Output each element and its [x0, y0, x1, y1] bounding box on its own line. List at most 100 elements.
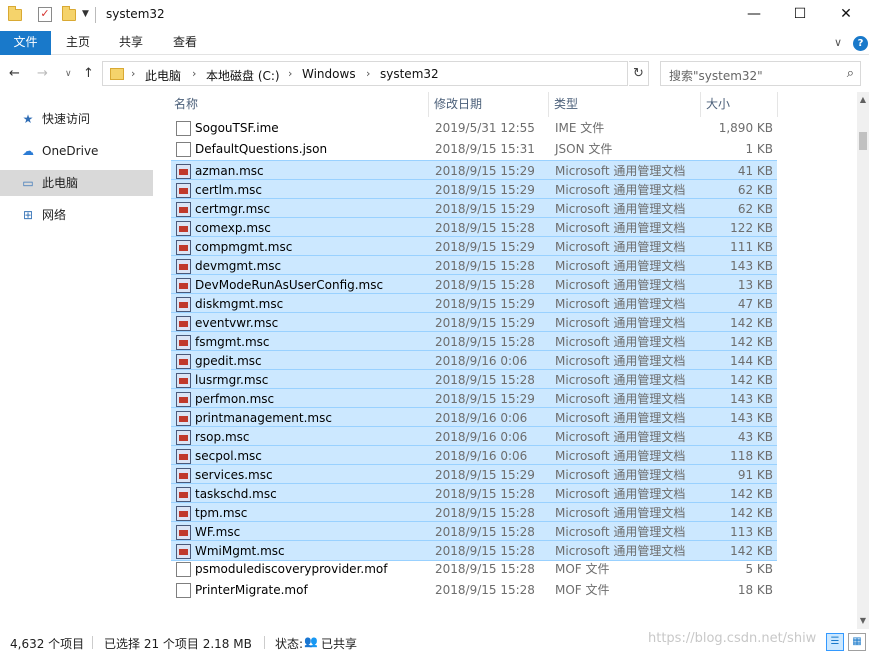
sidebar-item-network[interactable]: ⊞ 网络: [0, 202, 153, 228]
scroll-up-icon[interactable]: ▲: [857, 92, 869, 108]
status-divider: [264, 636, 265, 649]
network-icon: ⊞: [22, 208, 34, 222]
search-input[interactable]: 搜索"system32" ⌕: [660, 61, 861, 86]
column-divider[interactable]: [428, 92, 429, 117]
column-divider[interactable]: [548, 92, 549, 117]
sort-ascending-icon: ^: [620, 92, 629, 98]
column-header-type[interactable]: 类型: [554, 92, 578, 117]
table-row[interactable]: lusrmgr.msc 2018/9/15 15:28 Microsoft 通用管理…: [171, 369, 777, 390]
file-size: 18 KB: [737, 583, 773, 597]
recent-locations-icon[interactable]: ∨: [65, 69, 72, 79]
msc-file-icon: [176, 259, 191, 274]
sidebar-item-quick-access[interactable]: ★ 快速访问: [0, 106, 153, 132]
refresh-icon[interactable]: ↻: [629, 61, 649, 86]
column-divider[interactable]: [777, 92, 778, 117]
watermark-text: https://blog.csdn.net/shiw: [648, 631, 817, 646]
maximize-button[interactable]: ☐: [777, 0, 823, 31]
back-icon[interactable]: ←: [9, 66, 20, 81]
file-name: SogouTSF.ime: [195, 121, 279, 135]
tab-share[interactable]: 共享: [111, 31, 151, 55]
title-bar: ✓ ▼ system32 — ☐ ✕: [0, 0, 869, 31]
table-row[interactable]: DevModeRunAsUserConfig.msc 2018/9/15 15:2…: [171, 274, 777, 295]
table-row[interactable]: tpm.msc 2018/9/15 15:28 Microsoft 通用管理文档 14…: [171, 502, 777, 523]
sidebar-item-label: 快速访问: [42, 112, 91, 126]
file-icon: [176, 121, 191, 136]
chevron-right-icon[interactable]: ›: [288, 67, 292, 80]
file-size: 5 KB: [745, 562, 773, 576]
chevron-right-icon[interactable]: ›: [366, 67, 370, 80]
forward-icon[interactable]: →: [37, 66, 48, 81]
breadcrumb-local-disk[interactable]: 本地磁盘 (C:): [206, 67, 280, 84]
minimize-button[interactable]: —: [731, 0, 777, 31]
scroll-thumb[interactable]: [859, 132, 867, 150]
table-row[interactable]: gpedit.msc 2018/9/16 0:06 Microsoft 通用管理文档…: [171, 350, 777, 371]
table-row[interactable]: WmiMgmt.msc 2018/9/15 15:28 Microsoft 通用管理…: [171, 540, 777, 561]
help-icon[interactable]: ?: [853, 36, 868, 51]
table-row[interactable]: taskschd.msc 2018/9/15 15:28 Microsoft 通用管…: [171, 483, 777, 504]
chevron-right-icon[interactable]: ›: [192, 67, 196, 80]
column-divider[interactable]: [700, 92, 701, 117]
breadcrumb-system32[interactable]: system32: [380, 67, 439, 81]
breadcrumb-windows[interactable]: Windows: [302, 67, 356, 81]
address-row: ← → ∨ ↑ › 此电脑 › 本地磁盘 (C:) › Windows › sy…: [0, 56, 869, 92]
sidebar-item-onedrive[interactable]: ☁ OneDrive: [0, 138, 153, 164]
table-row[interactable]: printmanagement.msc 2018/9/16 0:06 Microso…: [171, 407, 777, 428]
table-row[interactable]: WF.msc 2018/9/15 15:28 Microsoft 通用管理文档 113…: [171, 521, 777, 542]
file-date: 2018/9/15 15:28: [435, 562, 535, 576]
tab-file[interactable]: 文件: [0, 31, 51, 55]
table-row[interactable]: diskmgmt.msc 2018/9/15 15:29 Microsoft 通用管…: [171, 293, 777, 314]
msc-file-icon: [176, 430, 191, 445]
table-row[interactable]: rsop.msc 2018/9/16 0:06 Microsoft 通用管理文档 43…: [171, 426, 777, 447]
close-button[interactable]: ✕: [823, 0, 869, 31]
scroll-down-icon[interactable]: ▼: [857, 613, 869, 629]
table-row[interactable]: SogouTSF.ime 2019/5/31 12:55 IME 文件 1,890 K…: [171, 118, 777, 139]
search-icon[interactable]: ⌕: [847, 66, 854, 81]
msc-file-icon: [176, 354, 191, 369]
msc-file-icon: [176, 468, 191, 483]
item-count: 4,632 个项目: [10, 637, 85, 651]
tab-view[interactable]: 查看: [165, 31, 205, 55]
large-icons-view-icon[interactable]: ▦: [848, 633, 866, 651]
file-name: PrinterMigrate.mof: [195, 583, 308, 597]
column-header-date[interactable]: 修改日期: [434, 92, 482, 117]
table-row[interactable]: devmgmt.msc 2018/9/15 15:28 Microsoft 通用管理…: [171, 255, 777, 276]
customize-quick-access-icon[interactable]: ▼: [82, 9, 89, 19]
msc-file-icon: [176, 525, 191, 540]
msc-file-icon: [176, 373, 191, 388]
table-row[interactable]: azman.msc 2018/9/15 15:29 Microsoft 通用管理文档…: [171, 160, 777, 181]
sidebar-item-label: OneDrive: [42, 144, 99, 158]
table-row[interactable]: secpol.msc 2018/9/16 0:06 Microsoft 通用管理文档…: [171, 445, 777, 466]
file-size: 1 KB: [745, 142, 773, 156]
table-row[interactable]: certmgr.msc 2018/9/15 15:29 Microsoft 通用管理…: [171, 198, 777, 219]
new-folder-icon[interactable]: [62, 6, 76, 21]
table-row[interactable]: comexp.msc 2018/9/15 15:28 Microsoft 通用管理文…: [171, 217, 777, 238]
table-row[interactable]: psmodulediscoveryprovider.mof 2018/9/15 1…: [171, 559, 777, 580]
chevron-right-icon[interactable]: ›: [131, 67, 135, 80]
vertical-scrollbar[interactable]: ▲ ▼: [857, 92, 869, 629]
expand-ribbon-icon[interactable]: ∨: [834, 36, 842, 49]
file-name: DefaultQuestions.json: [195, 142, 328, 156]
details-view-icon[interactable]: ☰: [826, 633, 844, 651]
table-row[interactable]: DefaultQuestions.json 2018/9/15 15:31 JSON…: [171, 139, 777, 160]
table-row[interactable]: compmgmt.msc 2018/9/15 15:29 Microsoft 通用管…: [171, 236, 777, 257]
column-header-size[interactable]: 大小: [706, 92, 730, 117]
up-icon[interactable]: ↑: [83, 66, 94, 81]
shared-people-icon: 👥: [304, 635, 318, 648]
column-header-name[interactable]: 名称: [174, 92, 198, 117]
table-row[interactable]: fsmgmt.msc 2018/9/15 15:28 Microsoft 通用管理文…: [171, 331, 777, 352]
msc-file-icon: [176, 392, 191, 407]
sidebar-item-this-pc[interactable]: ▭ 此电脑: [0, 170, 153, 196]
msc-file-icon: [176, 316, 191, 331]
tab-home[interactable]: 主页: [58, 31, 98, 55]
computer-icon: ▭: [22, 176, 34, 190]
breadcrumb-this-pc[interactable]: 此电脑: [145, 67, 181, 84]
table-row[interactable]: services.msc 2018/9/15 15:29 Microsoft 通用管…: [171, 464, 777, 485]
msc-file-icon: [176, 335, 191, 350]
address-bar[interactable]: › 此电脑 › 本地磁盘 (C:) › Windows › system32 ∨: [102, 61, 722, 86]
table-row[interactable]: eventvwr.msc 2018/9/15 15:29 Microsoft 通用管…: [171, 312, 777, 333]
table-row[interactable]: perfmon.msc 2018/9/15 15:29 Microsoft 通用管理…: [171, 388, 777, 409]
file-type: MOF 文件: [555, 583, 610, 597]
table-row[interactable]: certlm.msc 2018/9/15 15:29 Microsoft 通用管理文…: [171, 179, 777, 200]
properties-icon[interactable]: ✓: [38, 7, 52, 22]
table-row[interactable]: PrinterMigrate.mof 2018/9/15 15:28 MOF 文件 1…: [171, 580, 777, 601]
